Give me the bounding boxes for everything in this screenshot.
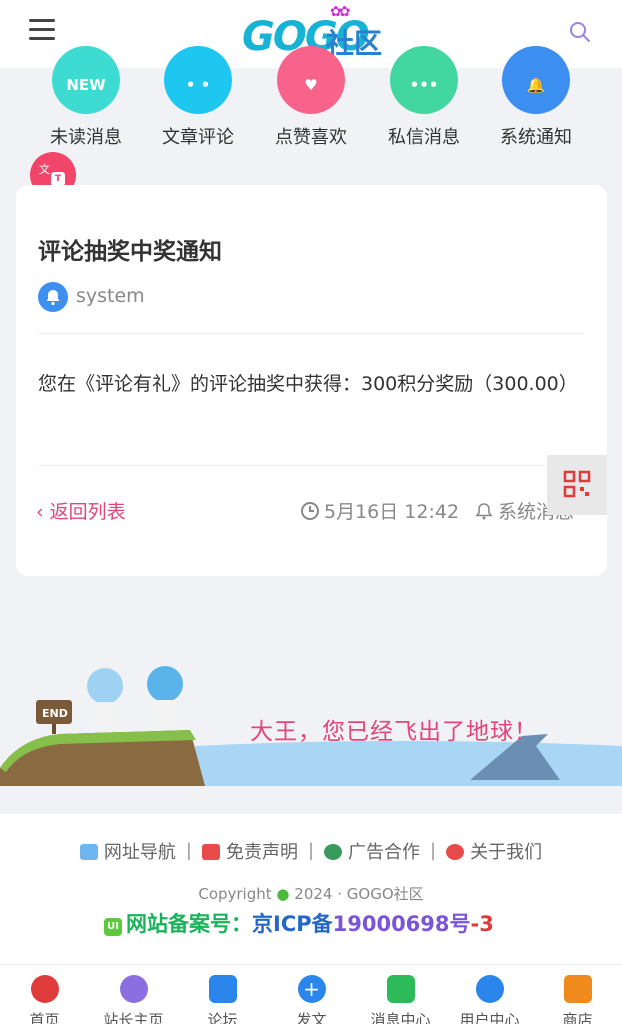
category-likes[interactable]: ♥ 点赞喜欢 [255,46,367,148]
back-label: 返回列表 [49,501,126,523]
end-sign-text: END [42,707,68,720]
shop-icon [563,975,592,1003]
category-label: 文章评论 [162,127,234,148]
qq-icon: ● [276,885,290,903]
heart-icon: ♥ [277,46,345,114]
tab-forum[interactable]: 论坛 [178,965,267,1024]
clock-icon [301,502,319,520]
footer-link-label: 广告合作 [348,842,421,863]
category-label: 未读消息 [50,127,122,148]
tab-label: 商店 [562,1011,593,1024]
new-icon: NEW [52,46,120,114]
divider [38,465,585,466]
bulb-icon [446,844,465,860]
bottom-tabbar: 首页 站长主页 论坛 + 发文 消息中心 用户中心 商店 [0,964,622,1024]
post-icon: + [297,975,326,1003]
tab-label: 首页 [29,1011,60,1024]
icp-code-b: 19000698号 [332,912,471,936]
menu-icon[interactable] [29,19,55,41]
message-icon [386,975,415,1003]
footer-link-label: 关于我们 [470,842,543,863]
copyright: Copyright ● 2024 · GOGO社区 [0,883,622,904]
tab-user[interactable]: 用户中心 [445,965,534,1024]
footer-link-nav[interactable]: 网址导航 [79,838,176,864]
tab-post[interactable]: + 发文 [267,965,356,1024]
icp-code-a: 京ICP备 [252,912,333,936]
translate-icon-t: T [51,172,65,186]
notice-card: 评论抽奖中奖通知 system 您在《评论有礼》的评论抽奖中获得：300积分奖励… [16,185,607,576]
search-icon[interactable] [568,20,592,44]
tab-label: 发文 [296,1011,327,1024]
separator: | [307,840,315,861]
author-avatar [38,282,68,312]
icp-code-c: -3 [470,912,494,936]
tab-label: 站长主页 [103,1011,164,1024]
message-categories: NEW 未读消息 • • 文章评论 ♥ 点赞喜欢 ••• 私信消息 🔔 系统通知 [0,46,622,148]
separator: | [185,840,192,861]
notice-content: 您在《评论有礼》的评论抽奖中获得：300积分奖励（300.00） [38,373,578,395]
ui-badge-icon: UI [104,918,122,936]
time-value: 5月16日 12:42 [324,501,460,523]
category-label: 点赞喜欢 [275,127,347,148]
chat-icon: ••• [390,46,458,114]
bell-outline-icon [475,503,493,520]
tab-label: 论坛 [207,1011,238,1024]
category-unread[interactable]: NEW 未读消息 [30,46,142,148]
globe-icon [324,844,343,860]
category-private[interactable]: ••• 私信消息 [368,46,480,148]
chevron-left-icon: ‹ [36,501,50,523]
end-message: 大王，您已经飞出了地球！ [250,719,538,745]
footer-link-about[interactable]: 关于我们 [446,838,542,864]
copyright-prefix: Copyright [198,885,272,903]
footer-link-label: 免责声明 [225,842,298,863]
tab-label: 消息中心 [370,1011,431,1024]
comment-icon: • • [164,46,232,114]
tab-shop[interactable]: 商店 [533,965,622,1024]
back-to-list-link[interactable]: ‹ 返回列表 [36,497,126,524]
category-label: 系统通知 [500,127,572,148]
qr-code-button[interactable] [547,455,607,515]
forum-icon [208,975,237,1003]
category-comments[interactable]: • • 文章评论 [142,46,254,148]
qr-code-icon [563,470,591,498]
bell-icon [46,290,60,306]
icp-record[interactable]: UI 网站备案号：京ICP备19000698号-3 [104,908,494,938]
admin-icon [119,975,148,1003]
separator: | [430,840,437,861]
tab-home[interactable]: 首页 [0,965,89,1024]
user-icon [475,975,504,1003]
bell-icon: 🔔 [502,46,570,114]
divider [38,333,585,334]
tab-admin[interactable]: 站长主页 [89,965,178,1024]
notice-title: 评论抽奖中奖通知 [38,239,222,265]
footer-link-label: 网址导航 [103,842,176,863]
footer-link-ads[interactable]: 广告合作 [324,838,420,864]
category-label: 私信消息 [388,127,460,148]
tab-messages[interactable]: 消息中心 [356,965,445,1024]
translate-icon: 文 [39,163,50,176]
copyright-suffix: 2024 · GOGO社区 [294,885,424,903]
author-name[interactable]: system [76,285,145,307]
website-nav-icon [79,844,98,860]
footer-link-disclaimer[interactable]: 免责声明 [201,838,298,864]
footer-links: 网址导航 | 免责声明 | 广告合作 | 关于我们 [0,838,622,864]
footer: 网址导航 | 免责声明 | 广告合作 | 关于我们 Copyright ● 2024 · G… [0,814,622,964]
notice-time: 5月16日 12:42 [300,497,459,524]
category-system[interactable]: 🔔 系统通知 [480,46,592,148]
pin-icon [201,844,220,860]
tab-label: 用户中心 [459,1011,520,1024]
icp-label: 网站备案号： [126,912,252,936]
home-icon [30,975,59,1003]
